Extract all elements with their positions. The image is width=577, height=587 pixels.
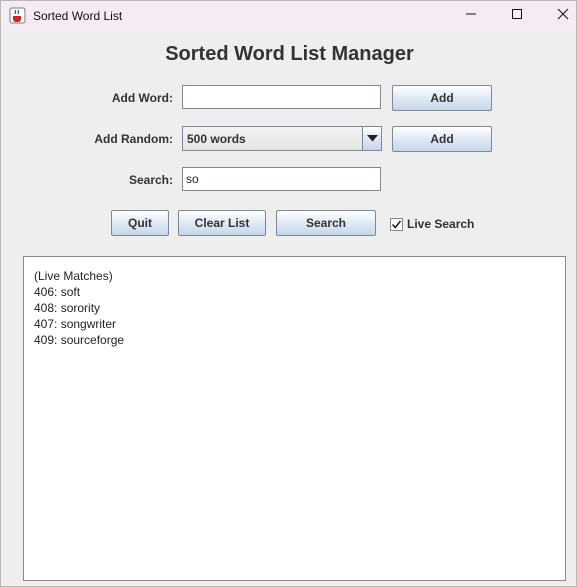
quit-button[interactable]: Quit — [111, 210, 169, 236]
close-button[interactable] — [540, 1, 577, 31]
add-word-button[interactable]: Add — [392, 85, 492, 111]
search-label: Search: — [128, 173, 173, 187]
live-search-label: Live Search — [407, 217, 475, 231]
minimize-button[interactable] — [448, 1, 494, 31]
clear-list-button[interactable]: Clear List — [178, 210, 266, 236]
add-random-label: Add Random: — [94, 132, 173, 146]
chevron-down-icon[interactable] — [362, 127, 381, 150]
list-item: 407: songwriter — [34, 317, 117, 331]
java-cup-icon — [9, 7, 26, 24]
list-item: 406: soft — [34, 285, 81, 299]
add-random-button[interactable]: Add — [392, 126, 492, 152]
close-icon — [557, 7, 569, 25]
random-count-dropdown[interactable]: 500 words — [182, 126, 382, 151]
list-item: 408: sorority — [34, 301, 101, 315]
live-search-checkbox[interactable] — [390, 217, 403, 231]
add-word-input[interactable] — [182, 85, 381, 109]
app-window: Sorted Word List Sorted Word List Manage… — [0, 0, 577, 587]
live-search-toggle[interactable]: Live Search — [390, 215, 474, 233]
title-bar[interactable]: Sorted Word List — [1, 1, 576, 31]
list-item: 409: sourceforge — [34, 333, 125, 347]
maximize-button[interactable] — [494, 1, 540, 31]
page-title: Sorted Word List Manager — [165, 43, 414, 65]
results-header: (Live Matches) — [34, 269, 113, 283]
search-input[interactable]: so — [182, 167, 381, 191]
add-word-label: Add Word: — [111, 91, 173, 105]
maximize-icon — [511, 7, 523, 25]
results-textarea[interactable]: (Live Matches) 406: soft 408: sorority 4… — [23, 256, 566, 581]
minimize-icon — [465, 7, 477, 25]
random-count-selected: 500 words — [187, 132, 246, 146]
search-button[interactable]: Search — [276, 210, 376, 236]
window-title: Sorted Word List — [33, 9, 123, 23]
